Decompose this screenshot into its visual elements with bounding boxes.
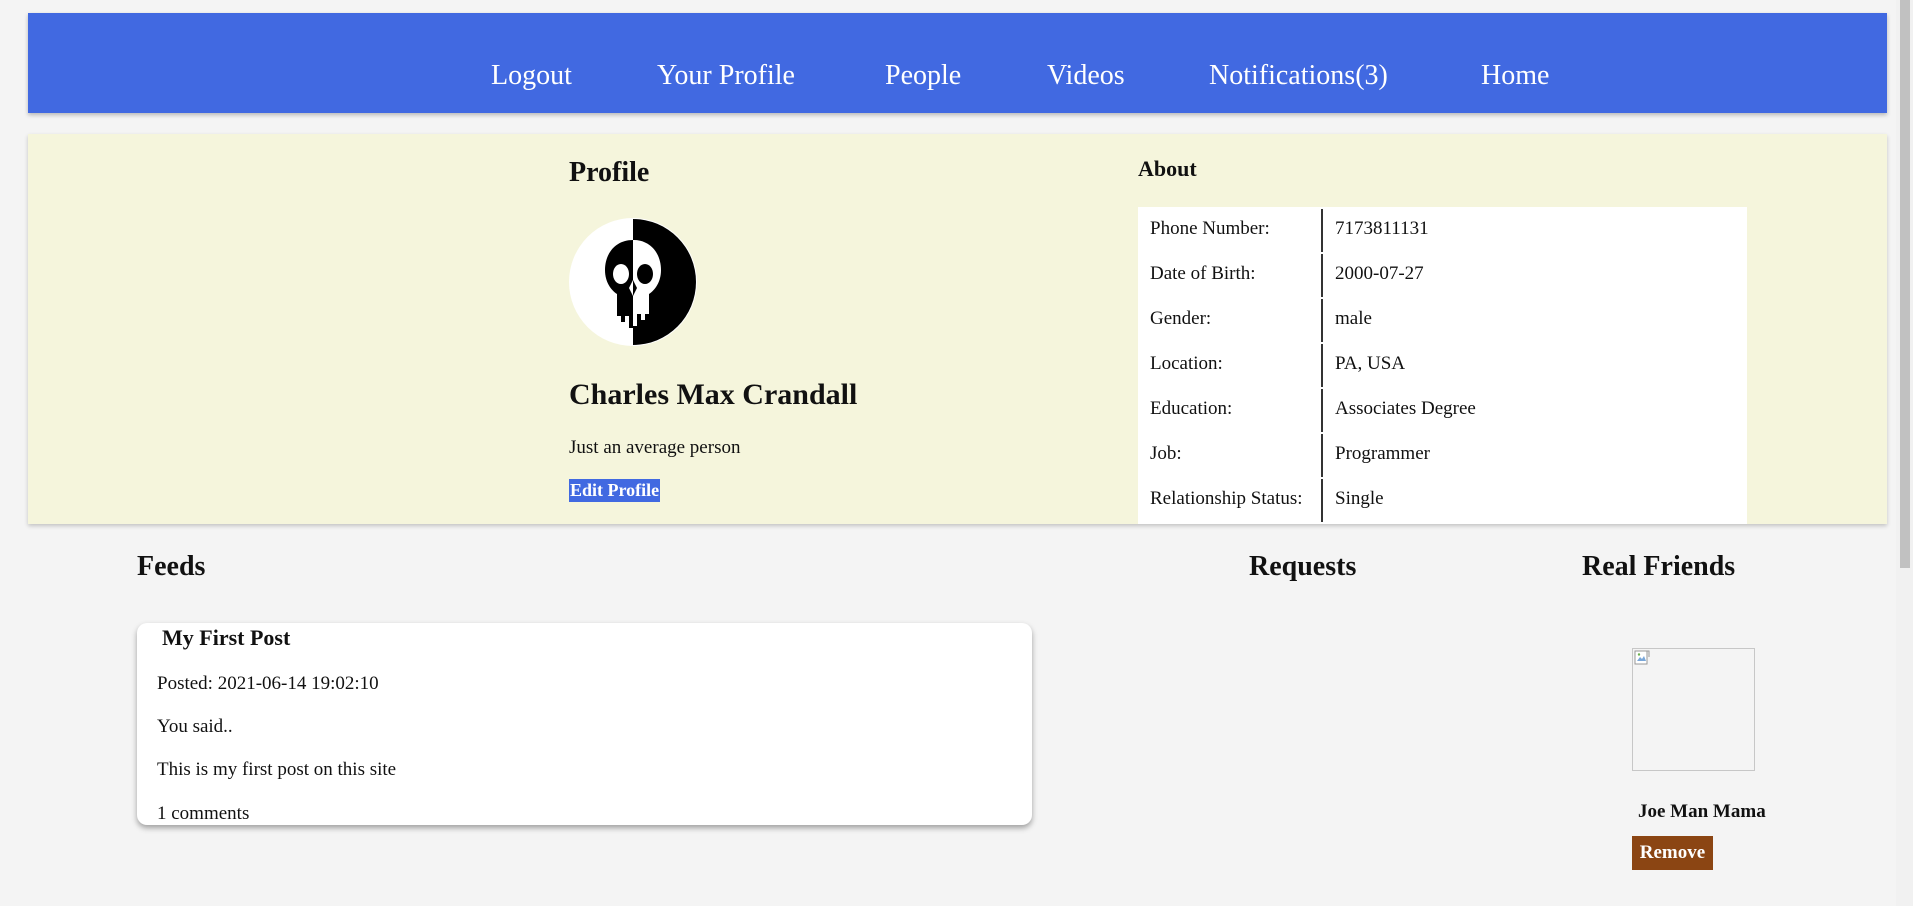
nav-videos[interactable]: Videos: [1047, 60, 1125, 92]
about-divider: [1321, 254, 1323, 297]
about-row-job: Job: Programmer: [1138, 432, 1747, 477]
about-label: Date of Birth:: [1150, 263, 1256, 284]
nav-home[interactable]: Home: [1481, 60, 1549, 92]
about-divider: [1321, 389, 1323, 432]
about-label: Location:: [1150, 353, 1223, 374]
about-divider: [1321, 209, 1323, 252]
about-row-phone: Phone Number: 7173811131: [1138, 207, 1747, 252]
about-label: Phone Number:: [1150, 218, 1270, 239]
post-timestamp: Posted: 2021-06-14 19:02:10: [157, 673, 379, 694]
about-divider: [1321, 479, 1323, 522]
about-value: 7173811131: [1335, 218, 1429, 239]
post-comments-link[interactable]: 1 comments: [157, 802, 249, 826]
post-body: This is my first post on this site: [157, 759, 397, 780]
about-row-education: Education: Associates Degree: [1138, 387, 1747, 432]
about-label: Job:: [1150, 443, 1182, 464]
post-card[interactable]: My First Post Posted: 2021-06-14 19:02:1…: [137, 623, 1032, 825]
nav-notifications[interactable]: Notifications(3): [1209, 60, 1388, 92]
about-value: male: [1335, 308, 1372, 329]
about-row-location: Location: PA, USA: [1138, 342, 1747, 387]
feeds-heading: Feeds: [137, 551, 206, 582]
about-divider: [1321, 344, 1323, 387]
profile-bio: Just an average person: [569, 437, 741, 458]
edit-profile-link[interactable]: Edit Profile: [569, 479, 661, 502]
about-value: Single: [1335, 488, 1384, 509]
about-value: Associates Degree: [1335, 398, 1476, 419]
about-divider: [1321, 434, 1323, 477]
profile-panel: Profile Charles Max Crandall Just an ave…: [28, 134, 1887, 524]
about-value: Programmer: [1335, 443, 1430, 464]
top-navbar: Logout Your Profile People Videos Notifi…: [28, 13, 1887, 113]
about-row-gender: Gender: male: [1138, 297, 1747, 342]
friends-heading: Real Friends: [1582, 551, 1736, 582]
nav-logout[interactable]: Logout: [491, 60, 572, 92]
profile-heading: Profile: [569, 157, 650, 188]
about-label: Education:: [1150, 398, 1233, 419]
remove-friend-button[interactable]: Remove: [1632, 836, 1713, 870]
nav-people[interactable]: People: [885, 60, 961, 92]
about-table: Phone Number: 7173811131 Date of Birth: …: [1138, 207, 1747, 524]
broken-image-icon: [1634, 650, 1650, 665]
nav-your-profile[interactable]: Your Profile: [657, 60, 795, 92]
skull-icon: [570, 219, 696, 345]
post-intro: You said..: [157, 716, 233, 737]
post-title[interactable]: My First Post: [162, 624, 290, 652]
about-value: PA, USA: [1335, 353, 1406, 374]
about-label: Relationship Status:: [1150, 488, 1303, 509]
about-row-relationship: Relationship Status: Single: [1138, 477, 1747, 522]
friend-name[interactable]: Joe Man Mama: [1638, 800, 1766, 824]
friend-photo[interactable]: [1632, 648, 1755, 771]
profile-name: Charles Max Crandall: [569, 378, 858, 411]
about-label: Gender:: [1150, 308, 1212, 329]
avatar: [569, 218, 697, 346]
about-heading: About: [1138, 156, 1197, 181]
about-divider: [1321, 299, 1323, 342]
about-value: 2000-07-27: [1335, 263, 1424, 284]
scrollbar-thumb[interactable]: [1900, 0, 1910, 568]
about-row-dob: Date of Birth: 2000-07-27: [1138, 252, 1747, 297]
requests-heading: Requests: [1249, 551, 1357, 582]
